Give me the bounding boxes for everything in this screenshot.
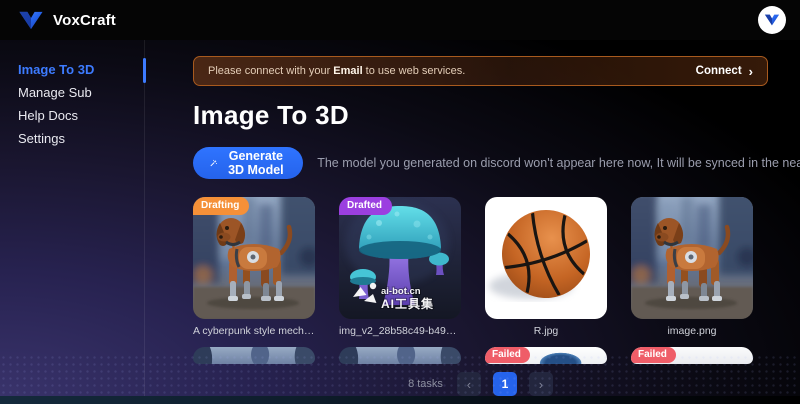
- generate-3d-model-button[interactable]: Generate 3D Model: [193, 147, 303, 179]
- bottom-strip: [0, 396, 800, 404]
- user-avatar[interactable]: [758, 6, 786, 34]
- next-row-previews: Failed Failed: [193, 347, 768, 364]
- model-card: Drafting A cyberpunk style mechanical...: [193, 197, 315, 337]
- status-badge: Drafting: [193, 197, 249, 215]
- mechanical-dog-image: [193, 197, 315, 319]
- email-banner: Please connect with your Email to use we…: [193, 56, 768, 86]
- connect-label: Connect: [696, 65, 742, 77]
- model-card-partial[interactable]: [193, 347, 315, 364]
- tasks-count: 8 tasks: [408, 378, 443, 390]
- card-thumbnail[interactable]: Drafted: [339, 197, 461, 319]
- discord-note: The model you generated on discord won't…: [317, 156, 800, 170]
- next-page-button[interactable]: ›: [529, 372, 553, 396]
- prev-page-button[interactable]: ‹: [457, 372, 481, 396]
- model-card-partial[interactable]: Failed: [631, 347, 753, 364]
- model-card-partial[interactable]: [339, 347, 461, 364]
- sidebar-item-image-to-3d[interactable]: Image To 3D: [0, 62, 144, 78]
- card-thumbnail[interactable]: Drafting: [193, 197, 315, 319]
- model-card: image.png: [631, 197, 753, 337]
- sidebar-item-label: Help Docs: [18, 108, 78, 123]
- brand[interactable]: VoxCraft: [18, 11, 116, 30]
- card-thumbnail[interactable]: [631, 197, 753, 319]
- avatar-v-icon: [764, 14, 780, 26]
- sidebar: Image To 3D Manage Sub Help Docs Setting…: [0, 40, 145, 396]
- page-body: Image To 3D Manage Sub Help Docs Setting…: [0, 40, 800, 396]
- status-badge: Failed: [631, 347, 676, 363]
- chevron-left-icon: ‹: [467, 377, 471, 392]
- card-caption: image.png: [631, 325, 753, 337]
- generate-button-label: Generate 3D Model: [226, 149, 287, 177]
- banner-email-word: Email: [333, 65, 362, 77]
- main-content: Please connect with your Email to use we…: [145, 40, 800, 396]
- banner-text-suffix: to use web services.: [366, 65, 466, 77]
- sidebar-item-help-docs[interactable]: Help Docs: [0, 108, 144, 124]
- brand-name: VoxCraft: [53, 12, 116, 29]
- actions-row: Generate 3D Model The model you generate…: [193, 147, 768, 179]
- card-caption: R.jpg: [485, 325, 607, 337]
- mechanical-dog-image: [631, 197, 753, 319]
- sidebar-item-label: Settings: [18, 131, 65, 146]
- card-caption: img_v2_28b58c49-b49d-4e59...: [339, 325, 461, 337]
- watermark-line1: ai-bot.cn: [381, 286, 421, 297]
- topbar: VoxCraft: [0, 0, 800, 40]
- mushroom-image: ai-bot.cn AI工具集: [339, 197, 461, 319]
- status-badge: Failed: [485, 347, 530, 363]
- chevron-right-icon: ›: [539, 377, 543, 392]
- model-card-grid: Drafting A cyberpunk style mechanical...…: [193, 197, 768, 337]
- model-card: Drafted: [339, 197, 461, 337]
- banner-text-prefix: Please connect with your: [208, 65, 330, 77]
- page-title: Image To 3D: [193, 100, 768, 131]
- sidebar-item-label: Image To 3D: [18, 62, 94, 77]
- sidebar-item-settings[interactable]: Settings: [0, 131, 144, 147]
- card-caption: A cyberpunk style mechanical...: [193, 325, 315, 337]
- connect-button[interactable]: Connect ›: [696, 65, 753, 78]
- chevron-right-icon: ›: [749, 65, 753, 78]
- page-1-button[interactable]: 1: [493, 372, 517, 396]
- status-badge: Drafted: [339, 197, 392, 215]
- sidebar-item-manage-sub[interactable]: Manage Sub: [0, 85, 144, 101]
- basketball-image: [485, 197, 607, 319]
- model-card-partial[interactable]: Failed: [485, 347, 607, 364]
- pagination: 8 tasks ‹ 1 ›: [193, 372, 768, 396]
- magic-wand-icon: [210, 156, 218, 170]
- app-window: VoxCraft Image To 3D Manage Sub Help Doc…: [0, 0, 800, 404]
- watermark-line2: AI工具集: [381, 296, 434, 311]
- card-thumbnail[interactable]: [485, 197, 607, 319]
- sidebar-item-label: Manage Sub: [18, 85, 92, 100]
- model-card: R.jpg: [485, 197, 607, 337]
- voxcraft-logo-icon: [18, 11, 44, 30]
